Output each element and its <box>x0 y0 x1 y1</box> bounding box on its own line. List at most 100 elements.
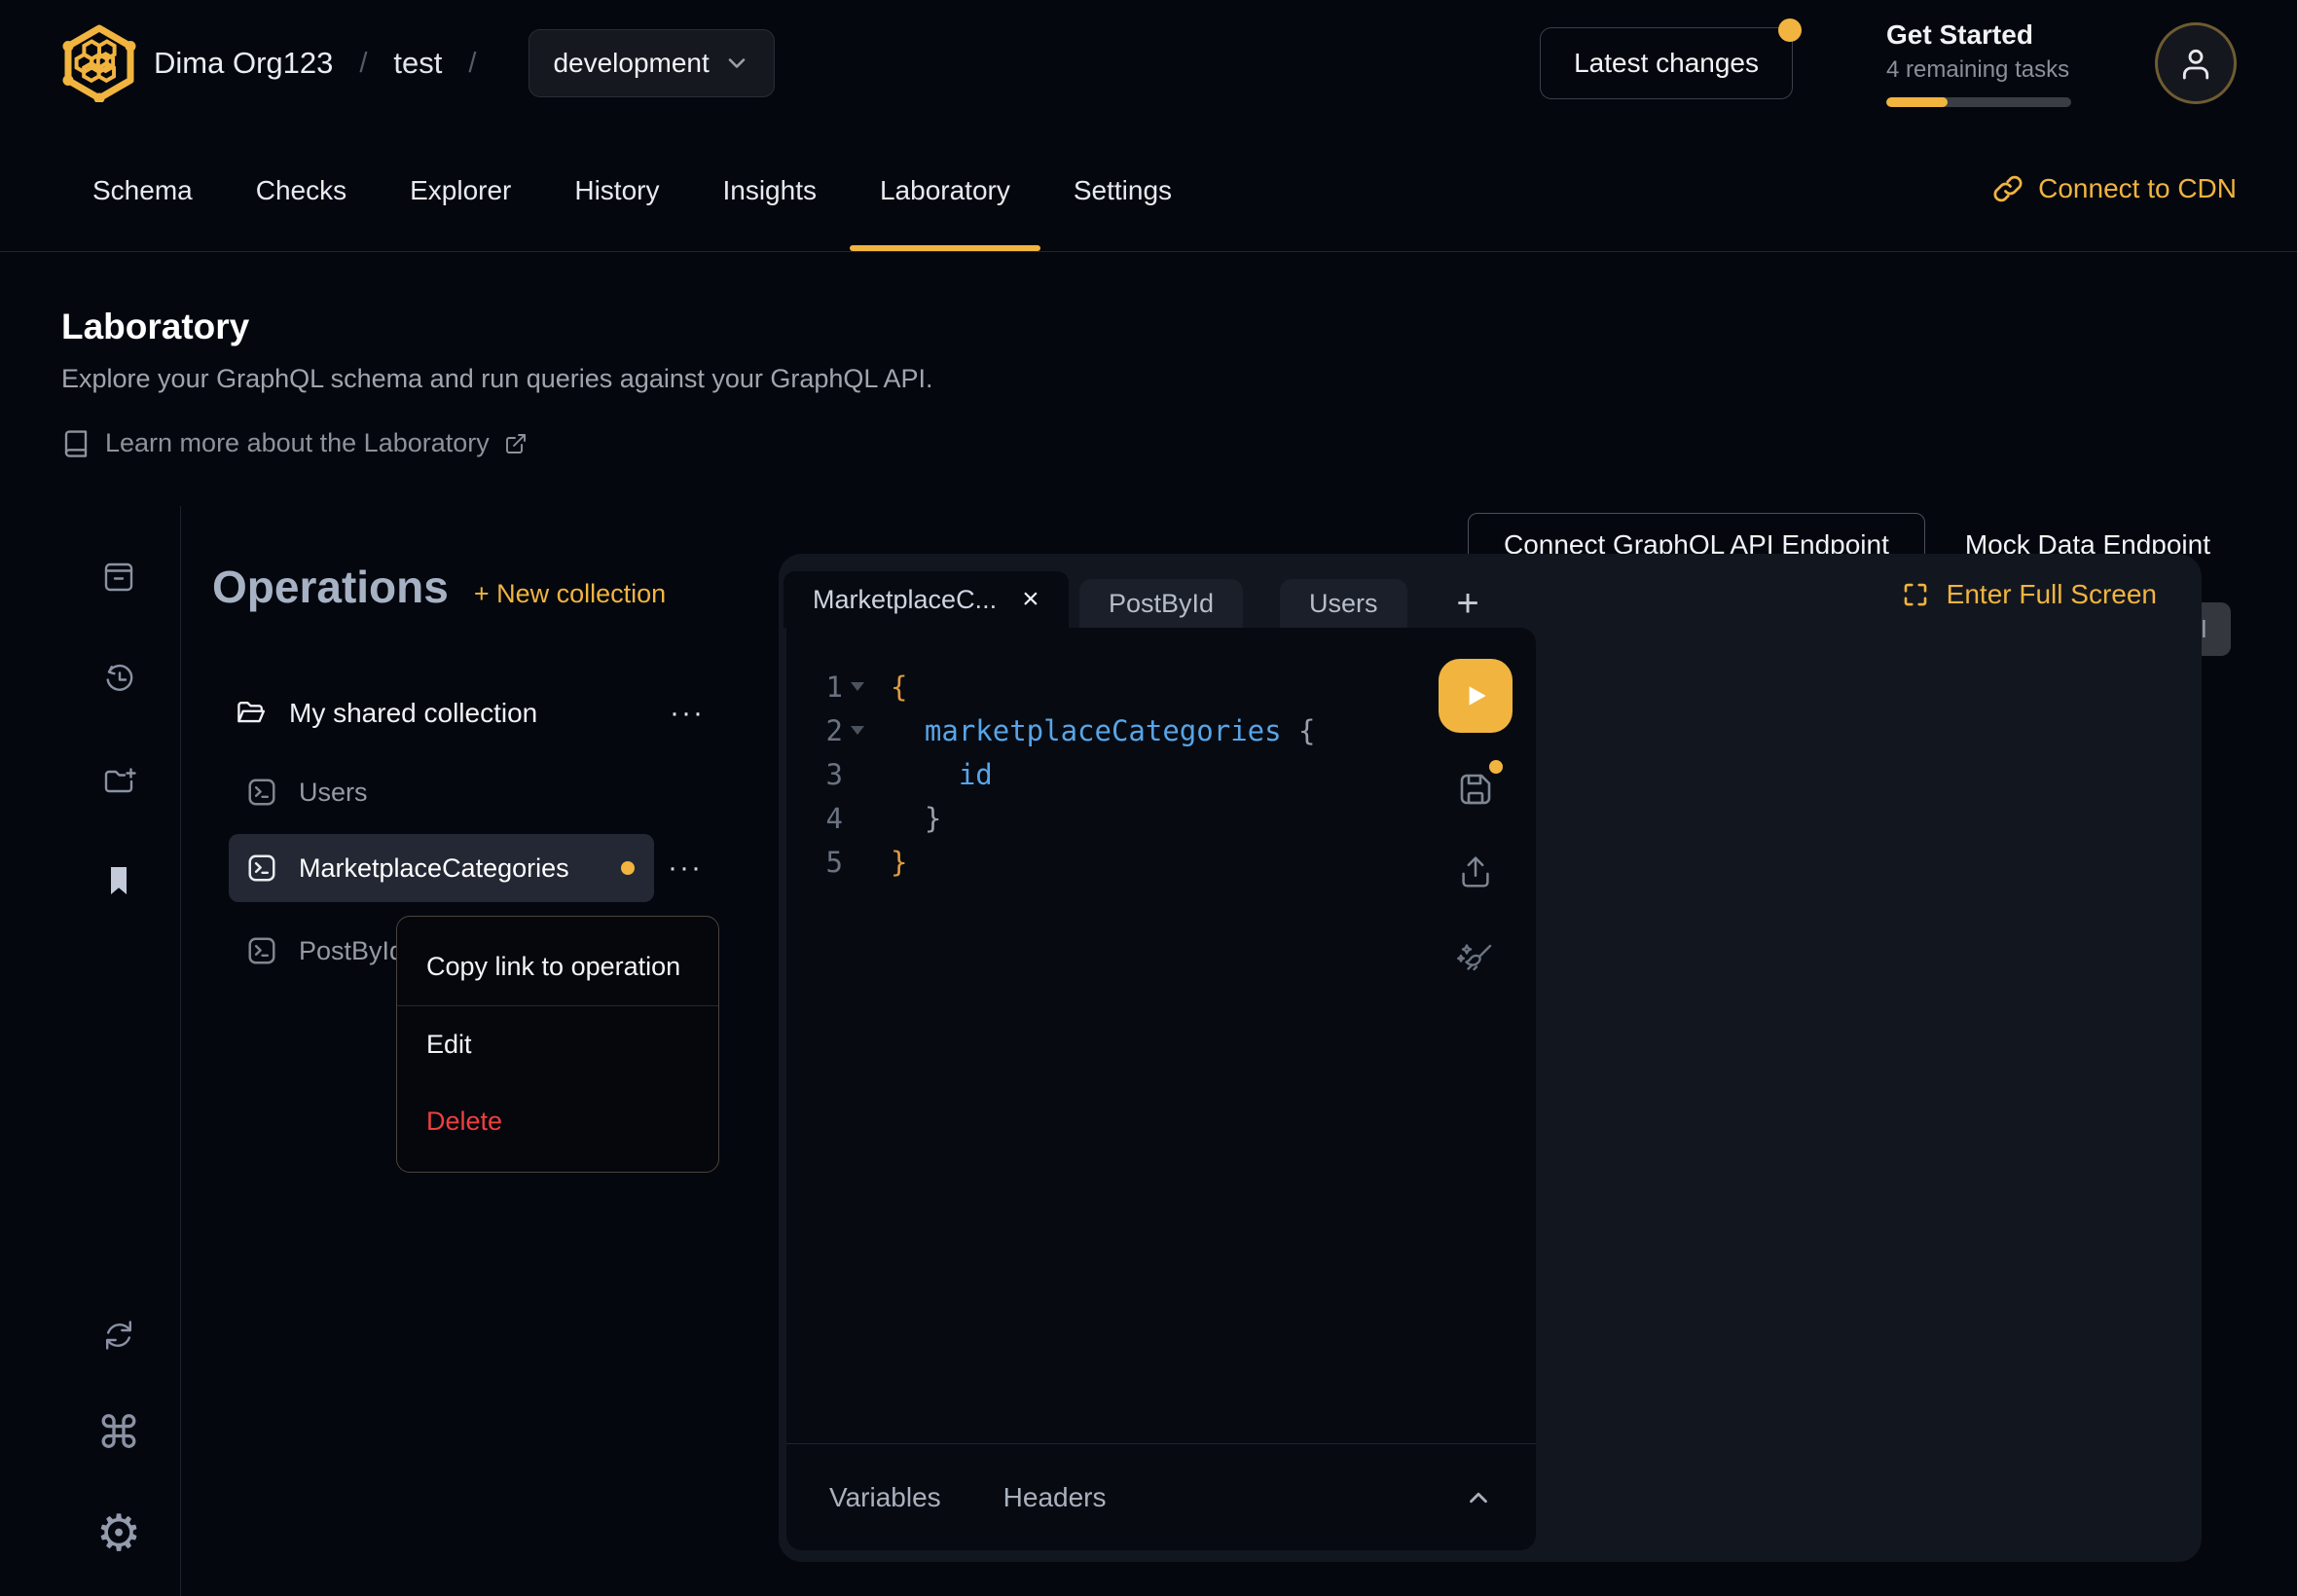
target-nav: Schema Checks Explorer History Insights … <box>0 127 2297 252</box>
target-nav-tabs: Schema Checks Explorer History Insights … <box>60 127 1172 251</box>
editor-tab-label: MarketplaceC... <box>813 585 997 615</box>
tab-headers[interactable]: Headers <box>1003 1482 1107 1513</box>
tab-schema[interactable]: Schema <box>92 175 193 251</box>
code-line: 3 id <box>786 752 1536 796</box>
operation-more-options-icon[interactable]: ··· <box>668 834 703 902</box>
menu-item-edit[interactable]: Edit <box>397 1006 718 1083</box>
run-query-button[interactable] <box>1439 659 1513 733</box>
prettify-broom-icon <box>1454 937 1497 980</box>
chevron-down-icon <box>723 50 750 77</box>
page-subtitle: Explore your GraphQL schema and run quer… <box>61 364 2297 394</box>
line-number: 4 <box>786 802 843 835</box>
tab-checks[interactable]: Checks <box>256 175 346 251</box>
folder-open-icon <box>234 696 269 731</box>
operation-icon <box>246 935 277 966</box>
code-area[interactable]: 1 { 2 marketplaceCategories { 3 id 4 <box>786 665 1536 884</box>
keyboard-shortcuts-icon[interactable]: ⌘ <box>99 1413 138 1452</box>
operation-icon <box>246 777 277 808</box>
save-operation-button[interactable] <box>1454 768 1497 811</box>
query-editor[interactable]: 1 { 2 marketplaceCategories { 3 id 4 <box>786 628 1536 1550</box>
breadcrumb: Dima Org123 / test / development <box>154 29 775 97</box>
operation-label: PostById <box>299 936 404 966</box>
prettify-button[interactable] <box>1454 937 1497 980</box>
settings-gear-icon[interactable]: ⚙ <box>99 1514 138 1553</box>
collection-more-options-icon[interactable]: ··· <box>670 697 705 730</box>
history-icon[interactable] <box>99 659 138 698</box>
operation-label: Users <box>299 778 368 808</box>
get-started-widget[interactable]: Get Started 4 remaining tasks <box>1886 19 2071 107</box>
code-line: 5 } <box>786 840 1536 884</box>
line-number: 2 <box>786 714 843 747</box>
collapse-panel-chevron-icon[interactable] <box>1464 1483 1493 1512</box>
book-icon <box>61 429 91 458</box>
notification-dot <box>1778 18 1802 42</box>
fold-arrow-icon[interactable] <box>843 682 872 691</box>
menu-item-delete[interactable]: Delete <box>397 1083 718 1160</box>
editor-tabs-row: MarketplaceC... × PostById Users + <box>779 554 2202 628</box>
editor-tab-marketplace[interactable]: MarketplaceC... × <box>784 571 1069 628</box>
bookmark-icon[interactable] <box>99 861 138 900</box>
line-number: 5 <box>786 846 843 879</box>
tab-history[interactable]: History <box>574 175 659 251</box>
environment-selector[interactable]: development <box>529 29 774 97</box>
operation-item-marketplace-categories[interactable]: MarketplaceCategories <box>229 834 654 902</box>
editor-actions <box>1437 659 1514 980</box>
fold-arrow-icon[interactable] <box>843 726 872 735</box>
editor-tab-label: PostById <box>1109 589 1214 619</box>
unsaved-changes-dot <box>621 861 635 875</box>
environment-selector-value: development <box>553 48 709 79</box>
code-line: 1 { <box>786 665 1536 708</box>
unsaved-changes-dot <box>1489 760 1503 774</box>
new-folder-icon[interactable] <box>99 762 138 801</box>
share-operation-button[interactable] <box>1455 852 1496 892</box>
operation-item-post-by-id[interactable]: PostById <box>246 925 404 977</box>
tab-explorer[interactable]: Explorer <box>410 175 511 251</box>
laboratory-panel: MarketplaceC... × PostById Users + <box>779 554 2202 1562</box>
external-link-icon <box>504 432 528 455</box>
laboratory-side-rail: ⌘ ⚙ <box>0 506 181 1596</box>
tab-laboratory[interactable]: Laboratory <box>880 175 1010 251</box>
tab-settings[interactable]: Settings <box>1074 175 1172 251</box>
operation-item-users[interactable]: Users <box>246 767 368 817</box>
new-collection-button[interactable]: + New collection <box>474 579 666 609</box>
breadcrumb-project[interactable]: test <box>393 46 442 81</box>
refresh-schema-icon[interactable] <box>99 1316 138 1355</box>
page-title: Laboratory <box>61 307 2297 347</box>
fullscreen-icon <box>1901 580 1930 609</box>
tab-variables[interactable]: Variables <box>829 1482 941 1513</box>
add-tab-icon[interactable]: + <box>1446 579 1489 628</box>
play-icon <box>1461 681 1490 710</box>
breadcrumb-separator: / <box>359 48 367 80</box>
breadcrumb-separator: / <box>468 48 476 80</box>
hive-logo-icon[interactable] <box>60 24 138 102</box>
learn-more-link[interactable]: Learn more about the Laboratory <box>61 428 2297 458</box>
user-avatar[interactable] <box>2155 22 2237 104</box>
breadcrumb-org[interactable]: Dima Org123 <box>154 46 333 81</box>
editor-bottom-bar: Variables Headers <box>786 1443 1536 1550</box>
user-icon <box>2176 44 2215 83</box>
enter-full-screen-button[interactable]: Enter Full Screen <box>1901 579 2157 610</box>
close-icon[interactable]: × <box>1022 585 1039 614</box>
get-started-progress-fill <box>1886 97 1948 107</box>
get-started-title: Get Started <box>1886 19 2071 51</box>
tab-insights[interactable]: Insights <box>722 175 817 251</box>
editor-tab-postbyid[interactable]: PostById <box>1079 579 1243 628</box>
operation-context-menu: Copy link to operation Edit Delete <box>396 916 719 1173</box>
latest-changes-button[interactable]: Latest changes <box>1540 27 1793 99</box>
get-started-subtitle: 4 remaining tasks <box>1886 56 2071 84</box>
code-line: 2 marketplaceCategories { <box>786 708 1536 752</box>
operation-icon <box>246 852 277 884</box>
collections-icon[interactable] <box>99 558 138 597</box>
menu-item-copy-link[interactable]: Copy link to operation <box>397 928 718 1005</box>
editor-tab-label: Users <box>1309 589 1378 619</box>
header-right: Latest changes Get Started 4 remaining t… <box>1540 19 2237 107</box>
operations-title: Operations <box>212 561 449 613</box>
share-icon <box>1455 852 1496 892</box>
collection-header[interactable]: My shared collection ··· <box>234 689 705 738</box>
editor-tab-users[interactable]: Users <box>1280 579 1407 628</box>
operation-label: MarketplaceCategories <box>299 853 569 884</box>
connect-to-cdn-link[interactable]: Connect to CDN <box>1993 127 2237 251</box>
enter-full-screen-label: Enter Full Screen <box>1947 579 2157 610</box>
line-number: 1 <box>786 671 843 704</box>
save-icon <box>1454 768 1497 811</box>
